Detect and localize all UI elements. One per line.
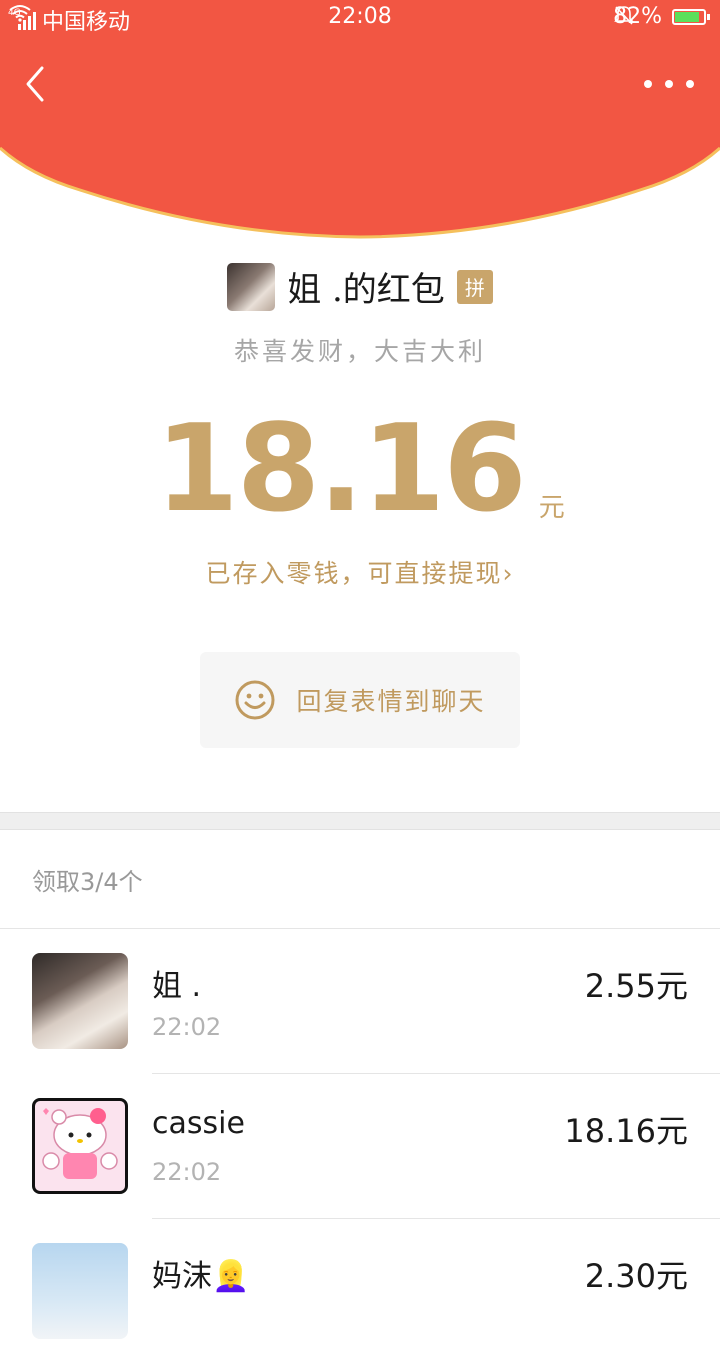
claimer-name: cassie xyxy=(152,1106,245,1141)
smiley-icon xyxy=(235,680,275,720)
amount-unit: 元 xyxy=(538,493,565,523)
battery-icon xyxy=(672,8,710,25)
sender-avatar[interactable] xyxy=(227,262,276,311)
group-packet-badge: 拼 xyxy=(456,269,493,304)
section-divider xyxy=(0,812,720,830)
chevron-left-icon xyxy=(26,66,44,102)
more-dot xyxy=(644,80,652,88)
chevron-right-icon: › xyxy=(502,559,515,588)
sender-row: 姐 .的红包 拼 xyxy=(0,262,720,311)
claim-time: 22:02 xyxy=(152,1158,222,1186)
claimer-name: 妈沫👱‍♀️ xyxy=(152,1259,250,1294)
header-arc xyxy=(0,0,720,239)
clock: 22:08 xyxy=(328,4,392,29)
greeting-message: 恭喜发财，大吉大利 xyxy=(233,337,486,366)
list-item[interactable]: 妈沫👱‍♀️ 2.30元 xyxy=(0,1219,720,1364)
more-options-button[interactable] xyxy=(644,70,694,98)
red-envelope-header: 4G 中国移动 22:08 82% xyxy=(0,0,720,240)
sender-name: 姐 .的红包 xyxy=(287,270,445,310)
avatar[interactable] xyxy=(32,1243,128,1339)
claim-time: 22:02 xyxy=(152,1013,222,1041)
more-dot xyxy=(665,80,673,88)
avatar[interactable] xyxy=(32,953,128,1049)
reply-sticker-button[interactable]: 回复表情到聊天 xyxy=(200,652,520,748)
hello-kitty-avatar-art xyxy=(42,1108,118,1179)
claim-amount: 2.30元 xyxy=(584,1257,688,1295)
claim-amount: 2.55元 xyxy=(584,967,688,1005)
status-bar: 4G 中国移动 22:08 82% xyxy=(0,0,720,36)
reply-button-label: 回复表情到聊天 xyxy=(296,687,486,716)
claim-summary: 领取3/4个 xyxy=(32,868,143,896)
list-item[interactable]: 姐 . 22:02 2.55元 xyxy=(0,929,720,1074)
more-dot xyxy=(686,80,694,88)
back-button[interactable] xyxy=(20,62,60,106)
claimer-name: 姐 . xyxy=(152,969,202,1004)
mute-bell-icon xyxy=(614,6,635,25)
saved-to-wallet-link[interactable]: 已存入零钱，可直接提现› xyxy=(0,554,720,590)
claim-amount: 18.16元 xyxy=(564,1112,688,1150)
list-item[interactable]: cassie 22:02 18.16元 xyxy=(0,1074,720,1219)
received-amount: 18.16 元 xyxy=(0,410,720,530)
saved-link-label: 已存入零钱，可直接提现 xyxy=(205,559,503,588)
avatar[interactable] xyxy=(32,1098,128,1194)
amount-value: 18.16 xyxy=(155,400,527,539)
